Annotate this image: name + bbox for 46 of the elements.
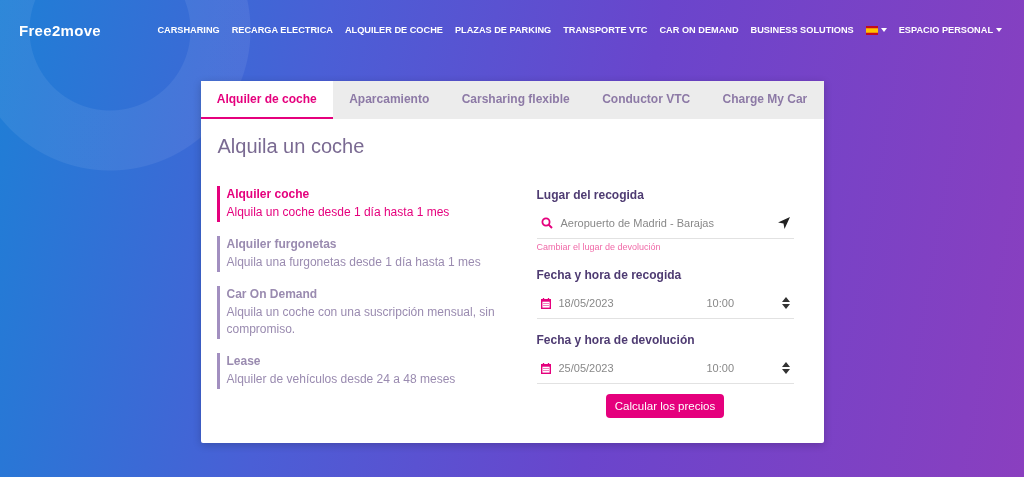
option-title: Lease — [226, 354, 262, 368]
nav-link[interactable]: RECARGA ELECTRICA — [231, 25, 333, 35]
tab[interactable]: Alquiler de coche — [200, 81, 333, 119]
caret-icon — [996, 28, 1002, 32]
nav-link[interactable]: BUSINESS SOLUTIONS — [750, 25, 854, 35]
field-label: Fecha y hora de devolución — [536, 333, 696, 347]
nav-link[interactable]: CAR ON DEMAND — [659, 25, 739, 35]
time-value: 10:00 — [706, 362, 735, 374]
rental-option[interactable]: Lease Alquiler de vehículos desde 24 a 48 meses — [216, 353, 537, 389]
search-icon — [540, 217, 553, 229]
calculate-button[interactable]: Calcular los precios — [605, 394, 725, 418]
option-description: Alquiler de vehículos desde 24 a 48 meses — [226, 371, 457, 388]
calendar-icon — [540, 362, 551, 374]
sort-icon — [781, 362, 790, 374]
date-time-field[interactable]: 18/05/2023 10:00 — [536, 288, 794, 319]
option-title: Alquiler coche — [226, 187, 311, 201]
heading: Alquila un coche — [217, 135, 366, 158]
rental-option[interactable]: Alquiler coche Alquila un coche desde 1 día hasta 1 mes — [216, 186, 537, 222]
calendar-icon — [540, 297, 551, 309]
nav-link[interactable]: ALQUILER DE COCHE — [344, 25, 443, 35]
location-value: Aeropuerto de Madrid - Barajas — [560, 217, 714, 229]
flag-icon — [865, 25, 878, 35]
date-value: 18/05/2023 — [558, 297, 615, 309]
nav-link[interactable]: TRANSPORTE VTC — [563, 25, 648, 35]
account-menu[interactable]: ESPACIO PERSONAL — [898, 25, 1002, 35]
option-title: Car On Demand — [226, 287, 319, 301]
language-selector[interactable] — [865, 25, 887, 35]
option-description: Alquila un coche con una suscripción mensual, sin compromiso. — [226, 304, 496, 338]
change-return-link[interactable]: Cambiar el lugar de devolución — [536, 242, 794, 252]
field-label: Fecha y hora de recogida — [536, 268, 683, 282]
location-field[interactable]: Aeropuerto de Madrid - Barajas — [536, 208, 794, 239]
date-value: 25/05/2023 — [558, 362, 615, 374]
time-value: 10:00 — [706, 297, 735, 309]
logo[interactable]: Free2move — [19, 21, 101, 39]
sort-icon — [781, 297, 790, 309]
date-time-field[interactable]: 25/05/2023 10:00 — [536, 353, 794, 384]
nav-link[interactable]: PLAZAS DE PARKING — [454, 25, 552, 35]
rental-option[interactable]: Alquiler furgonetas Alquila una furgonetas desde 1 día hasta 1 mes — [216, 236, 537, 272]
location-arrow-icon[interactable] — [777, 217, 790, 229]
field-label: Lugar del recogida — [536, 188, 645, 202]
option-description: Alquila un coche desde 1 día hasta 1 mes — [226, 204, 451, 221]
option-description: Alquila una furgonetas desde 1 día hasta 1 mes — [226, 254, 482, 271]
option-title: Alquiler furgonetas — [226, 237, 338, 251]
nav-link[interactable]: CARSHARING — [157, 25, 220, 35]
caret-icon — [880, 28, 887, 32]
rental-option[interactable]: Car On Demand Alquila un coche con una suscripción mensual, sin compromiso. — [216, 286, 537, 339]
